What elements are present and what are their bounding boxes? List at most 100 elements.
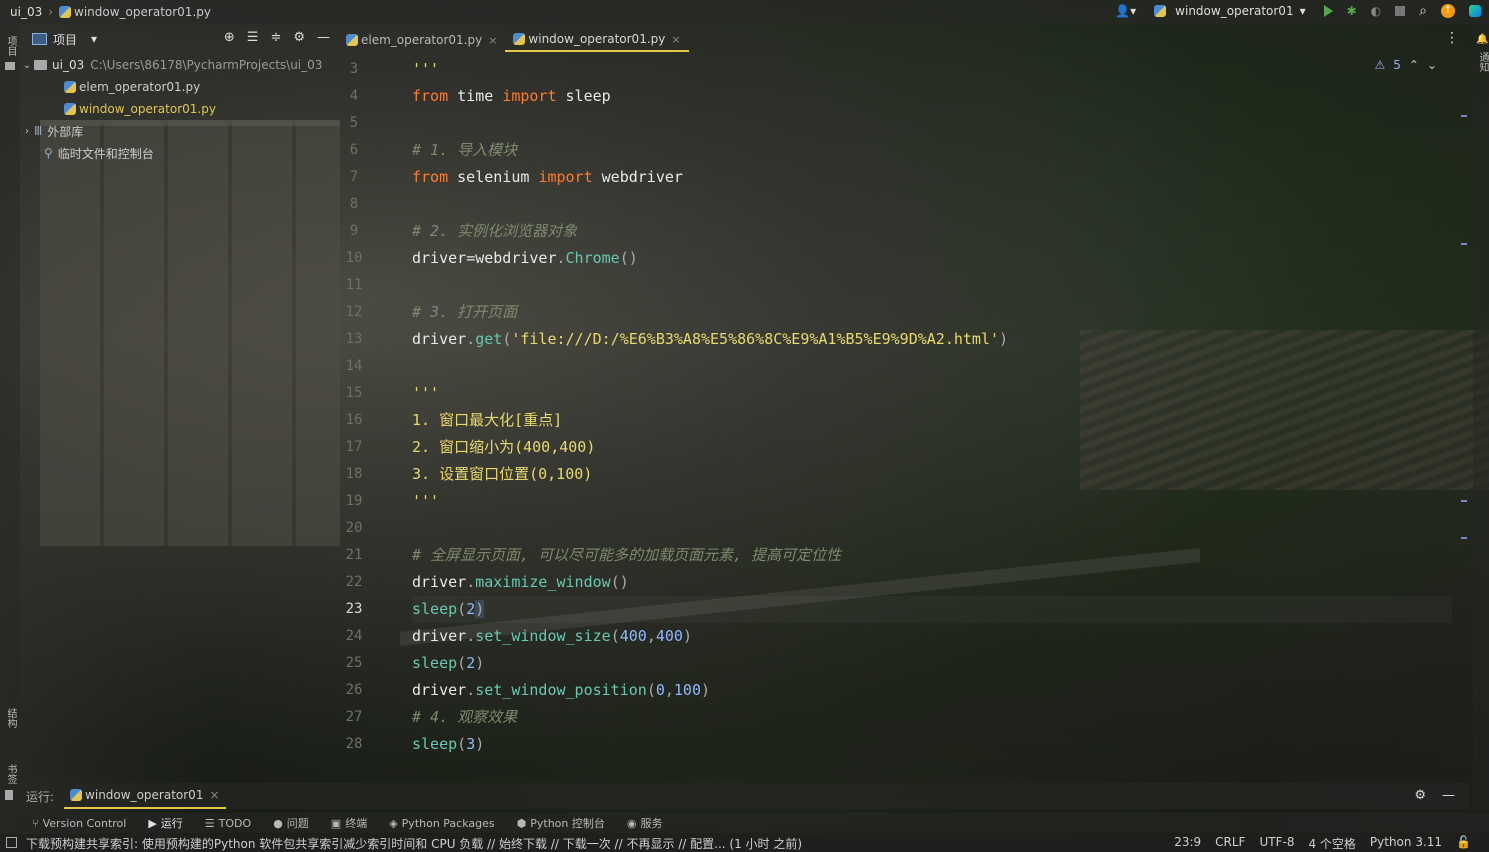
navigation-bar: ui_03 › window_operator01.py 👤▾ window_o… xyxy=(0,0,1489,24)
gear-icon[interactable]: ⚙ xyxy=(293,30,305,45)
tool-terminal[interactable]: ▣ 终端 xyxy=(331,815,367,831)
keyword-token: from xyxy=(412,87,449,105)
function-token: Chrome xyxy=(565,249,620,267)
tool-services[interactable]: ◉ 服务 xyxy=(627,815,663,831)
line-number: 24 xyxy=(345,628,363,644)
chevron-down-icon[interactable]: ⌄ xyxy=(20,60,34,71)
tool-todo[interactable]: ☰ TODO xyxy=(205,817,251,830)
line-number: 28 xyxy=(345,736,363,752)
coverage-icon[interactable]: ◐ xyxy=(1371,4,1381,18)
tab-window-operator01[interactable]: window_operator01.py × xyxy=(505,28,689,52)
python-file-icon xyxy=(346,34,358,46)
line-number: 14 xyxy=(345,358,363,374)
python-file-icon xyxy=(64,81,76,93)
tree-item-file[interactable]: elem_operator01.py xyxy=(20,76,336,98)
tool-python-console[interactable]: ⬢ Python 控制台 xyxy=(517,815,605,831)
tab-elem-operator01[interactable]: elem_operator01.py × xyxy=(338,28,505,52)
tool-label: 运行 xyxy=(160,817,183,830)
line-separator[interactable]: CRLF xyxy=(1215,835,1245,852)
close-icon[interactable]: × xyxy=(209,788,219,802)
breadcrumb-project[interactable]: ui_03 xyxy=(10,5,42,19)
python-interpreter[interactable]: Python 3.11 xyxy=(1370,835,1442,852)
code-line: driver.get('file:///D:/%E6%B3%A8%E5%86%8… xyxy=(412,326,1452,353)
run-tab[interactable]: window_operator01 × xyxy=(64,783,226,809)
tree-item-external-libs[interactable]: › Ⅲ 外部库 xyxy=(20,120,336,142)
python-file-icon xyxy=(59,6,72,18)
expand-all-icon[interactable]: ☰ xyxy=(247,30,259,45)
function-token: maximize_window xyxy=(475,573,611,591)
code-line: # 3. 打开页面 xyxy=(412,299,1452,326)
breadcrumb: ui_03 › window_operator01.py xyxy=(10,5,211,19)
identifier-token: driver xyxy=(412,573,467,591)
status-message[interactable]: 下载预构建共享索引: 使用预构建的Python 软件包共享索引减少索引时间和 C… xyxy=(26,835,846,852)
identifier-token: driver xyxy=(412,681,467,699)
tree-item-scratches[interactable]: ⚲ 临时文件和控制台 xyxy=(20,142,336,164)
plugin-icon[interactable] xyxy=(1469,5,1481,17)
tool-version-control[interactable]: ⑂ Version Control xyxy=(32,817,126,830)
punct-token: () xyxy=(610,573,629,591)
code-line: 2. 窗口缩小为(400,400) xyxy=(412,434,1452,461)
file-encoding[interactable]: UTF-8 xyxy=(1259,835,1294,852)
hide-icon[interactable]: — xyxy=(1442,788,1455,803)
tab-label: window_operator01.py xyxy=(528,32,666,46)
punct-token: ) xyxy=(999,330,1009,348)
toggle-tool-windows-icon[interactable] xyxy=(6,837,17,848)
terminal-icon: ▣ xyxy=(330,816,342,830)
run-config-selector[interactable]: window_operator01 ▾ xyxy=(1150,4,1309,18)
structure-tool-button[interactable]: 结构 xyxy=(3,708,18,728)
tool-run[interactable]: ▶ 运行 xyxy=(148,815,182,831)
line-number: 16 xyxy=(345,412,363,428)
keyword-token: import xyxy=(502,87,557,105)
project-tool-button[interactable]: 项目 xyxy=(3,36,18,56)
indent-setting[interactable]: 4 个空格 xyxy=(1308,835,1355,852)
tree-item-root[interactable]: ⌄ ui_03 C:\Users\86178\PycharmProjects\u… xyxy=(20,54,336,76)
status-widgets: 23:9 CRLF UTF-8 4 个空格 Python 3.11 🔓 xyxy=(1174,835,1471,852)
breadcrumb-file[interactable]: window_operator01.py xyxy=(74,5,211,19)
close-icon[interactable]: × xyxy=(671,33,680,46)
scratches-icon: ⚲ xyxy=(44,146,53,160)
code-line: # 全屏显示页面, 可以尽可能多的加载页面元素, 提高可定位性 xyxy=(412,542,1452,569)
bell-icon[interactable]: 🔔 xyxy=(1476,34,1488,45)
punct-token: ( xyxy=(457,654,467,672)
caret-position[interactable]: 23:9 xyxy=(1174,835,1201,852)
project-tree: ⌄ ui_03 C:\Users\86178\PycharmProjects\u… xyxy=(20,54,336,164)
tree-item-file-selected[interactable]: window_operator01.py xyxy=(20,98,336,120)
bookmarks-tool-button[interactable]: 书签 xyxy=(3,764,18,784)
hide-icon[interactable]: — xyxy=(317,30,330,45)
debug-icon[interactable]: ✱ xyxy=(1347,4,1357,18)
chevron-right-icon[interactable]: › xyxy=(20,126,34,137)
notifications-tool-button[interactable]: 通知 xyxy=(1475,52,1489,72)
docstring-token: 1. 窗口最大化[重点] xyxy=(412,411,563,429)
tool-problems[interactable]: ● 问题 xyxy=(273,815,309,831)
punct-token: ) xyxy=(475,654,485,672)
line-number: 6 xyxy=(349,142,359,158)
tool-python-packages[interactable]: ◈ Python Packages xyxy=(389,817,494,830)
line-number: 3 xyxy=(349,61,359,77)
tree-item-label: 外部库 xyxy=(47,124,84,139)
identifier-token: webdriver xyxy=(592,168,683,186)
tree-item-label: ui_03 xyxy=(52,58,85,72)
code-line: ''' xyxy=(412,56,1452,83)
tool-label: TODO xyxy=(218,816,252,830)
gear-icon[interactable]: ⚙ xyxy=(1414,788,1426,803)
search-icon[interactable]: ⌕ xyxy=(1419,3,1427,19)
function-token: sleep xyxy=(412,600,458,618)
python-file-icon xyxy=(70,789,83,801)
project-view-selector[interactable]: 项目 ▾ xyxy=(32,31,97,48)
close-icon[interactable]: × xyxy=(488,34,497,47)
lock-icon[interactable]: 🔓 xyxy=(1456,835,1471,852)
docstring-token: 3. 设置窗口位置(0,100) xyxy=(412,465,593,483)
user-icon[interactable]: 👤▾ xyxy=(1115,4,1136,18)
more-vertical-icon[interactable]: ⋮ xyxy=(1445,30,1459,46)
python-file-icon xyxy=(1154,5,1167,17)
identifier-token: driver xyxy=(412,627,467,645)
line-number: 10 xyxy=(345,250,363,266)
code-editor[interactable]: ''' from time import sleep # 1. 导入模块 fro… xyxy=(412,56,1452,758)
update-icon[interactable]: ↑ xyxy=(1441,4,1455,18)
run-icon[interactable] xyxy=(1323,5,1333,17)
collapse-all-icon[interactable]: ≑ xyxy=(270,30,281,45)
locate-icon[interactable]: ⊕ xyxy=(224,30,235,45)
run-tab-label: window_operator01 xyxy=(85,788,204,802)
stop-icon[interactable] xyxy=(1395,6,1406,16)
comment-token: # 全屏显示页面, 可以尽可能多的加载页面元素, 提高可定位性 xyxy=(412,546,842,564)
